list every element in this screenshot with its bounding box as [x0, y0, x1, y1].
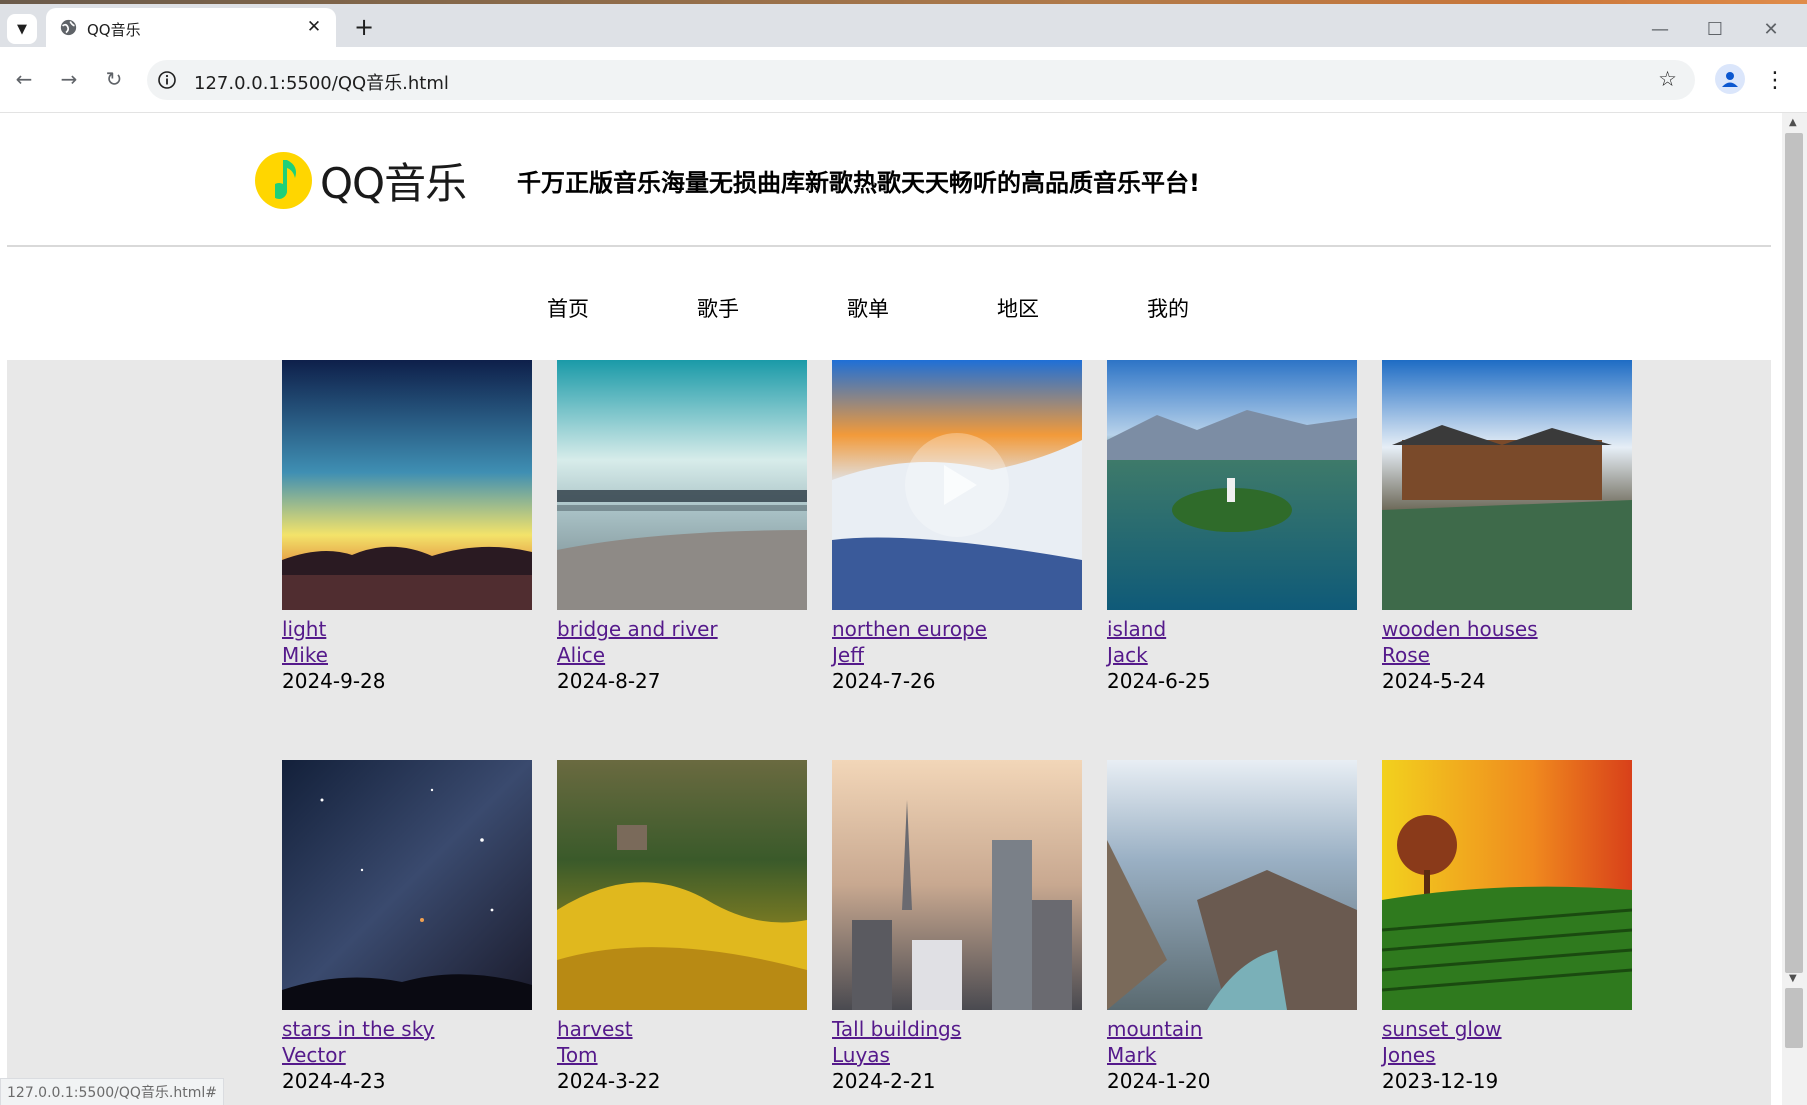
song-cover-island[interactable] — [1107, 360, 1357, 610]
song-date: 2024-1-20 — [1107, 1069, 1211, 1093]
song-date: 2024-7-26 — [832, 669, 936, 693]
song-artist[interactable]: Rose — [1382, 642, 1632, 668]
song-title[interactable]: island — [1107, 616, 1357, 642]
song-title[interactable]: light — [282, 616, 532, 642]
song-artist[interactable]: Jeff — [832, 642, 1082, 668]
song-card[interactable]: harvest Tom 2024-3-22 — [557, 760, 807, 1094]
person-icon — [1722, 72, 1738, 87]
song-artist[interactable]: Mark — [1107, 1042, 1357, 1068]
maximize-icon[interactable]: ☐ — [1697, 14, 1733, 44]
song-cover-harvest[interactable] — [557, 760, 807, 1010]
song-cover-northen-europe[interactable] — [832, 360, 1082, 610]
back-arrow-icon[interactable]: ← — [7, 62, 41, 96]
nav-item-region[interactable]: 地区 — [997, 293, 1039, 323]
song-cover-wooden-houses[interactable] — [1382, 360, 1632, 610]
globe-icon — [60, 19, 77, 36]
page-scrollbar[interactable]: ▲ ▼ — [1782, 113, 1807, 1105]
song-card[interactable]: northen europe Jeff 2024-7-26 — [832, 360, 1082, 694]
song-date: 2024-5-24 — [1382, 669, 1486, 693]
site-slogan: 千万正版音乐海量无损曲库新歌热歌天天畅听的高品质音乐平台! — [517, 169, 1200, 197]
address-bar[interactable]: 127.0.0.1:5500/QQ音乐.html ☆ — [147, 60, 1695, 100]
song-cover-mountain[interactable] — [1107, 760, 1357, 1010]
minimize-icon[interactable]: — — [1642, 14, 1678, 44]
song-artist[interactable]: Jack — [1107, 642, 1357, 668]
wallpaper-strip — [0, 0, 1807, 4]
logo-text: QQ音乐 — [320, 158, 467, 208]
scrollbar-track-lower[interactable] — [1785, 988, 1803, 1048]
song-artist[interactable]: Mike — [282, 642, 532, 668]
nav-item-home[interactable]: 首页 — [547, 293, 589, 323]
more-menu-icon[interactable]: ⋮ — [1764, 63, 1786, 97]
song-date: 2023-12-19 — [1382, 1069, 1499, 1093]
reload-icon[interactable]: ↻ — [97, 62, 131, 96]
tab-title: QQ音乐 — [87, 21, 141, 39]
url-text[interactable]: 127.0.0.1:5500/QQ音乐.html — [194, 69, 449, 95]
tab-strip: ▼ QQ音乐 ✕ + — ☐ ✕ — [0, 0, 1807, 47]
site-info-icon[interactable] — [157, 70, 177, 90]
song-card[interactable]: mountain Mark 2024-1-20 — [1107, 760, 1357, 1094]
nav-item-playlists[interactable]: 歌单 — [847, 293, 889, 323]
site-header: QQ音乐 千万正版音乐海量无损曲库新歌热歌天天畅听的高品质音乐平台! — [0, 113, 1782, 245]
song-cover-stars-in-the-sky[interactable] — [282, 760, 532, 1010]
song-title[interactable]: sunset glow — [1382, 1016, 1632, 1042]
song-date: 2024-2-21 — [832, 1069, 936, 1093]
tab-search-button[interactable]: ▼ — [7, 14, 37, 44]
nav-item-mine[interactable]: 我的 — [1147, 293, 1189, 323]
song-card[interactable]: Tall buildings Luyas 2024-2-21 — [832, 760, 1082, 1094]
song-card[interactable]: stars in the sky Vector 2024-4-23 — [282, 760, 532, 1094]
main-nav: 首页 歌手 歌单 地区 我的 — [0, 247, 1782, 360]
song-title[interactable]: northen europe — [832, 616, 1082, 642]
song-artist[interactable]: Luyas — [832, 1042, 1082, 1068]
scroll-up-icon[interactable]: ▲ — [1789, 117, 1797, 128]
song-title[interactable]: stars in the sky — [282, 1016, 532, 1042]
song-card[interactable]: sunset glow Jones 2023-12-19 — [1382, 760, 1632, 1094]
song-date: 2024-3-22 — [557, 1069, 661, 1093]
new-tab-button[interactable]: + — [352, 13, 376, 41]
scroll-down-icon[interactable]: ▼ — [1789, 973, 1797, 984]
song-artist[interactable]: Vector — [282, 1042, 532, 1068]
song-title[interactable]: bridge and river — [557, 616, 807, 642]
qq-music-logo[interactable]: QQ音乐 — [255, 150, 467, 210]
song-date: 2024-9-28 — [282, 669, 386, 693]
song-grid: light Mike 2024-9-28 bridge and river Al… — [7, 360, 1771, 1105]
forward-arrow-icon[interactable]: → — [52, 62, 86, 96]
logo-mark — [255, 151, 312, 209]
browser-toolbar: ← → ↻ 127.0.0.1:5500/QQ音乐.html ☆ ⋮ — [0, 47, 1807, 113]
song-card[interactable]: bridge and river Alice 2024-8-27 — [557, 360, 807, 694]
song-cover-light[interactable] — [282, 360, 532, 610]
song-title[interactable]: harvest — [557, 1016, 807, 1042]
song-card[interactable]: island Jack 2024-6-25 — [1107, 360, 1357, 694]
song-title[interactable]: Tall buildings — [832, 1016, 1082, 1042]
profile-avatar-icon[interactable] — [1715, 64, 1745, 94]
status-bar-url: 127.0.0.1:5500/QQ音乐.html# — [0, 1078, 224, 1105]
song-artist[interactable]: Jones — [1382, 1042, 1632, 1068]
bookmark-star-icon[interactable]: ☆ — [1658, 67, 1677, 91]
close-tab-icon[interactable]: ✕ — [302, 15, 326, 39]
song-artist[interactable]: Tom — [557, 1042, 807, 1068]
song-title[interactable]: wooden houses — [1382, 616, 1632, 642]
page-viewport: QQ音乐 千万正版音乐海量无损曲库新歌热歌天天畅听的高品质音乐平台! 首页 歌手… — [0, 113, 1782, 1105]
music-note-icon — [275, 159, 296, 199]
song-artist[interactable]: Alice — [557, 642, 807, 668]
song-cover-sunset-glow[interactable] — [1382, 760, 1632, 1010]
song-date: 2024-8-27 — [557, 669, 661, 693]
nav-item-singers[interactable]: 歌手 — [697, 293, 739, 323]
chevron-down-icon: ▼ — [17, 21, 27, 37]
song-date: 2024-6-25 — [1107, 669, 1211, 693]
browser-tab[interactable]: QQ音乐 ✕ — [46, 8, 336, 47]
close-window-icon[interactable]: ✕ — [1753, 14, 1789, 44]
song-date: 2024-4-23 — [282, 1069, 386, 1093]
song-cover-bridge-and-river[interactable] — [557, 360, 807, 610]
scrollbar-thumb[interactable] — [1785, 133, 1803, 973]
song-cover-tall-buildings[interactable] — [832, 760, 1082, 1010]
song-card[interactable]: light Mike 2024-9-28 — [282, 360, 532, 694]
song-title[interactable]: mountain — [1107, 1016, 1357, 1042]
song-card[interactable]: wooden houses Rose 2024-5-24 — [1382, 360, 1632, 694]
